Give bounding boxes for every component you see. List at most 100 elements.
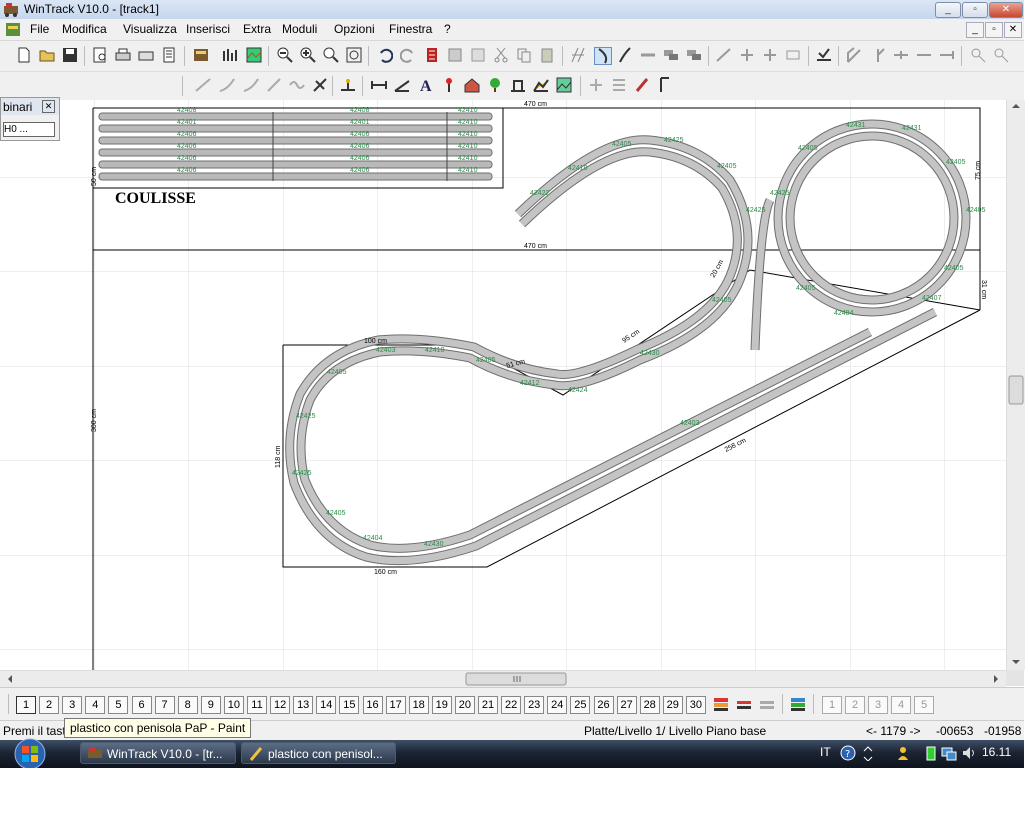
print-preview-icon[interactable]	[92, 47, 108, 63]
redo-icon[interactable]	[400, 47, 416, 63]
straight-track-icon[interactable]	[640, 47, 656, 63]
module-button-16[interactable]: 16	[362, 696, 383, 714]
close-button[interactable]: ✕	[989, 2, 1023, 18]
menu-extra[interactable]: Extra	[243, 22, 271, 36]
level-button-4[interactable]: 4	[891, 696, 911, 714]
menu-help[interactable]: ?	[444, 22, 451, 36]
module-button-22[interactable]: 22	[501, 696, 522, 714]
flex-wave-icon[interactable]	[289, 77, 305, 93]
tray-expand-icon[interactable]	[862, 745, 874, 761]
battery-icon[interactable]	[923, 745, 939, 761]
parts-list-icon[interactable]	[161, 47, 177, 63]
cut-track-icon[interactable]	[312, 77, 328, 93]
signal-icon[interactable]	[441, 77, 457, 93]
taskbar-wintrack[interactable]: WinTrack V10.0 - [tr...	[80, 742, 236, 764]
module-button-25[interactable]: 25	[570, 696, 591, 714]
horizontal-scrollbar[interactable]	[0, 670, 1006, 687]
module-button-11[interactable]: 11	[247, 696, 267, 714]
catalog-select[interactable]: H0 ...	[3, 122, 55, 137]
dimension-icon[interactable]	[371, 77, 387, 93]
print-setup-icon[interactable]	[138, 47, 154, 63]
save-icon[interactable]	[62, 47, 78, 63]
flex-spiral-icon[interactable]	[266, 77, 282, 93]
flex-track-icon[interactable]	[617, 47, 633, 63]
image-icon[interactable]	[556, 77, 572, 93]
track-tools-icon[interactable]	[222, 47, 238, 63]
module-button-4[interactable]: 4	[85, 696, 106, 714]
start-button[interactable]	[10, 738, 50, 770]
align-icon[interactable]	[588, 77, 604, 93]
module-button-21[interactable]: 21	[478, 696, 498, 714]
crossing-icon[interactable]	[893, 47, 909, 63]
drawing-canvas[interactable]: 470 cm 470 cm 75 cm 31 cm 100 cm 51 cm 2…	[0, 100, 1006, 670]
height-icon[interactable]	[340, 77, 356, 93]
zoom-all-icon[interactable]	[346, 47, 362, 63]
distribute-icon[interactable]	[611, 77, 627, 93]
module-button-20[interactable]: 20	[454, 696, 475, 714]
find-next-icon[interactable]	[993, 47, 1009, 63]
mirror-icon[interactable]	[762, 47, 778, 63]
flex-straight-icon[interactable]	[194, 77, 212, 93]
module-button-23[interactable]: 23	[524, 696, 545, 714]
menu-moduli[interactable]: Moduli	[282, 22, 317, 36]
module-button-19[interactable]: 19	[431, 696, 452, 714]
vertical-scrollbar[interactable]	[1006, 100, 1025, 670]
terrain-icon[interactable]	[533, 77, 549, 93]
tracks-panel[interactable]: binari ✕ H0 ...	[0, 97, 60, 141]
zoom-out-icon[interactable]	[277, 47, 293, 63]
module-button-14[interactable]: 14	[316, 696, 337, 714]
module-button-6[interactable]: 6	[131, 696, 152, 714]
paste-icon[interactable]	[539, 47, 555, 63]
module-button-2[interactable]: 2	[39, 696, 60, 714]
panel-close-icon[interactable]: ✕	[42, 100, 55, 113]
module-button-5[interactable]: 5	[108, 696, 129, 714]
clock[interactable]: 16.11	[982, 745, 1011, 759]
module-button-10[interactable]: 10	[223, 696, 244, 714]
zoom-window-icon[interactable]	[323, 47, 339, 63]
module-button-9[interactable]: 9	[200, 696, 221, 714]
layer-up-icon[interactable]	[736, 696, 752, 712]
level-button-5[interactable]: 5	[914, 696, 934, 714]
module-button-24[interactable]: 24	[547, 696, 568, 714]
measure-icon[interactable]	[716, 47, 732, 63]
open-folder-icon[interactable]	[39, 47, 55, 63]
levels-icon[interactable]	[790, 696, 806, 712]
paint-icon[interactable]	[634, 77, 650, 93]
layers-icon[interactable]	[713, 696, 729, 712]
building-icon[interactable]	[464, 77, 480, 93]
module-button-12[interactable]: 12	[270, 696, 291, 714]
find-icon[interactable]	[970, 47, 986, 63]
turnout-right-icon[interactable]	[870, 47, 886, 63]
module-button-8[interactable]: 8	[177, 696, 198, 714]
module-button-15[interactable]: 15	[339, 696, 360, 714]
menu-modifica[interactable]: Modifica	[62, 22, 107, 36]
minimize-button[interactable]: _	[935, 2, 961, 18]
level-button-2[interactable]: 2	[845, 696, 865, 714]
new-file-icon[interactable]	[16, 47, 32, 63]
mdi-close-button[interactable]: ✕	[1004, 22, 1022, 38]
parallel-icon[interactable]	[663, 47, 679, 63]
buffer-icon[interactable]	[939, 47, 955, 63]
volume-icon[interactable]	[961, 745, 977, 761]
menu-visualizza[interactable]: Visualizza	[123, 22, 177, 36]
insert-track-icon[interactable]	[816, 47, 832, 63]
network-users-icon[interactable]	[897, 745, 913, 761]
duplicate-icon[interactable]	[686, 47, 702, 63]
flex-curve-icon[interactable]	[218, 77, 236, 93]
help-icon[interactable]: ?	[840, 745, 856, 761]
module-button-3[interactable]: 3	[62, 696, 83, 714]
rotate-180-icon[interactable]	[785, 47, 801, 63]
module-button-26[interactable]: 26	[593, 696, 614, 714]
properties-icon[interactable]	[447, 47, 463, 63]
language-indicator[interactable]: IT	[820, 745, 831, 759]
copy-format-icon[interactable]	[470, 47, 486, 63]
tree-icon[interactable]	[487, 77, 503, 93]
network-icon[interactable]	[941, 745, 957, 761]
menu-file[interactable]: File	[30, 22, 49, 36]
module-button-1[interactable]: 1	[16, 696, 36, 714]
print-icon[interactable]	[115, 47, 131, 63]
level-button-1[interactable]: 1	[822, 696, 842, 714]
slip-icon[interactable]	[916, 47, 932, 63]
switch-tool-icon[interactable]	[570, 47, 586, 63]
delete-icon[interactable]	[424, 47, 440, 63]
